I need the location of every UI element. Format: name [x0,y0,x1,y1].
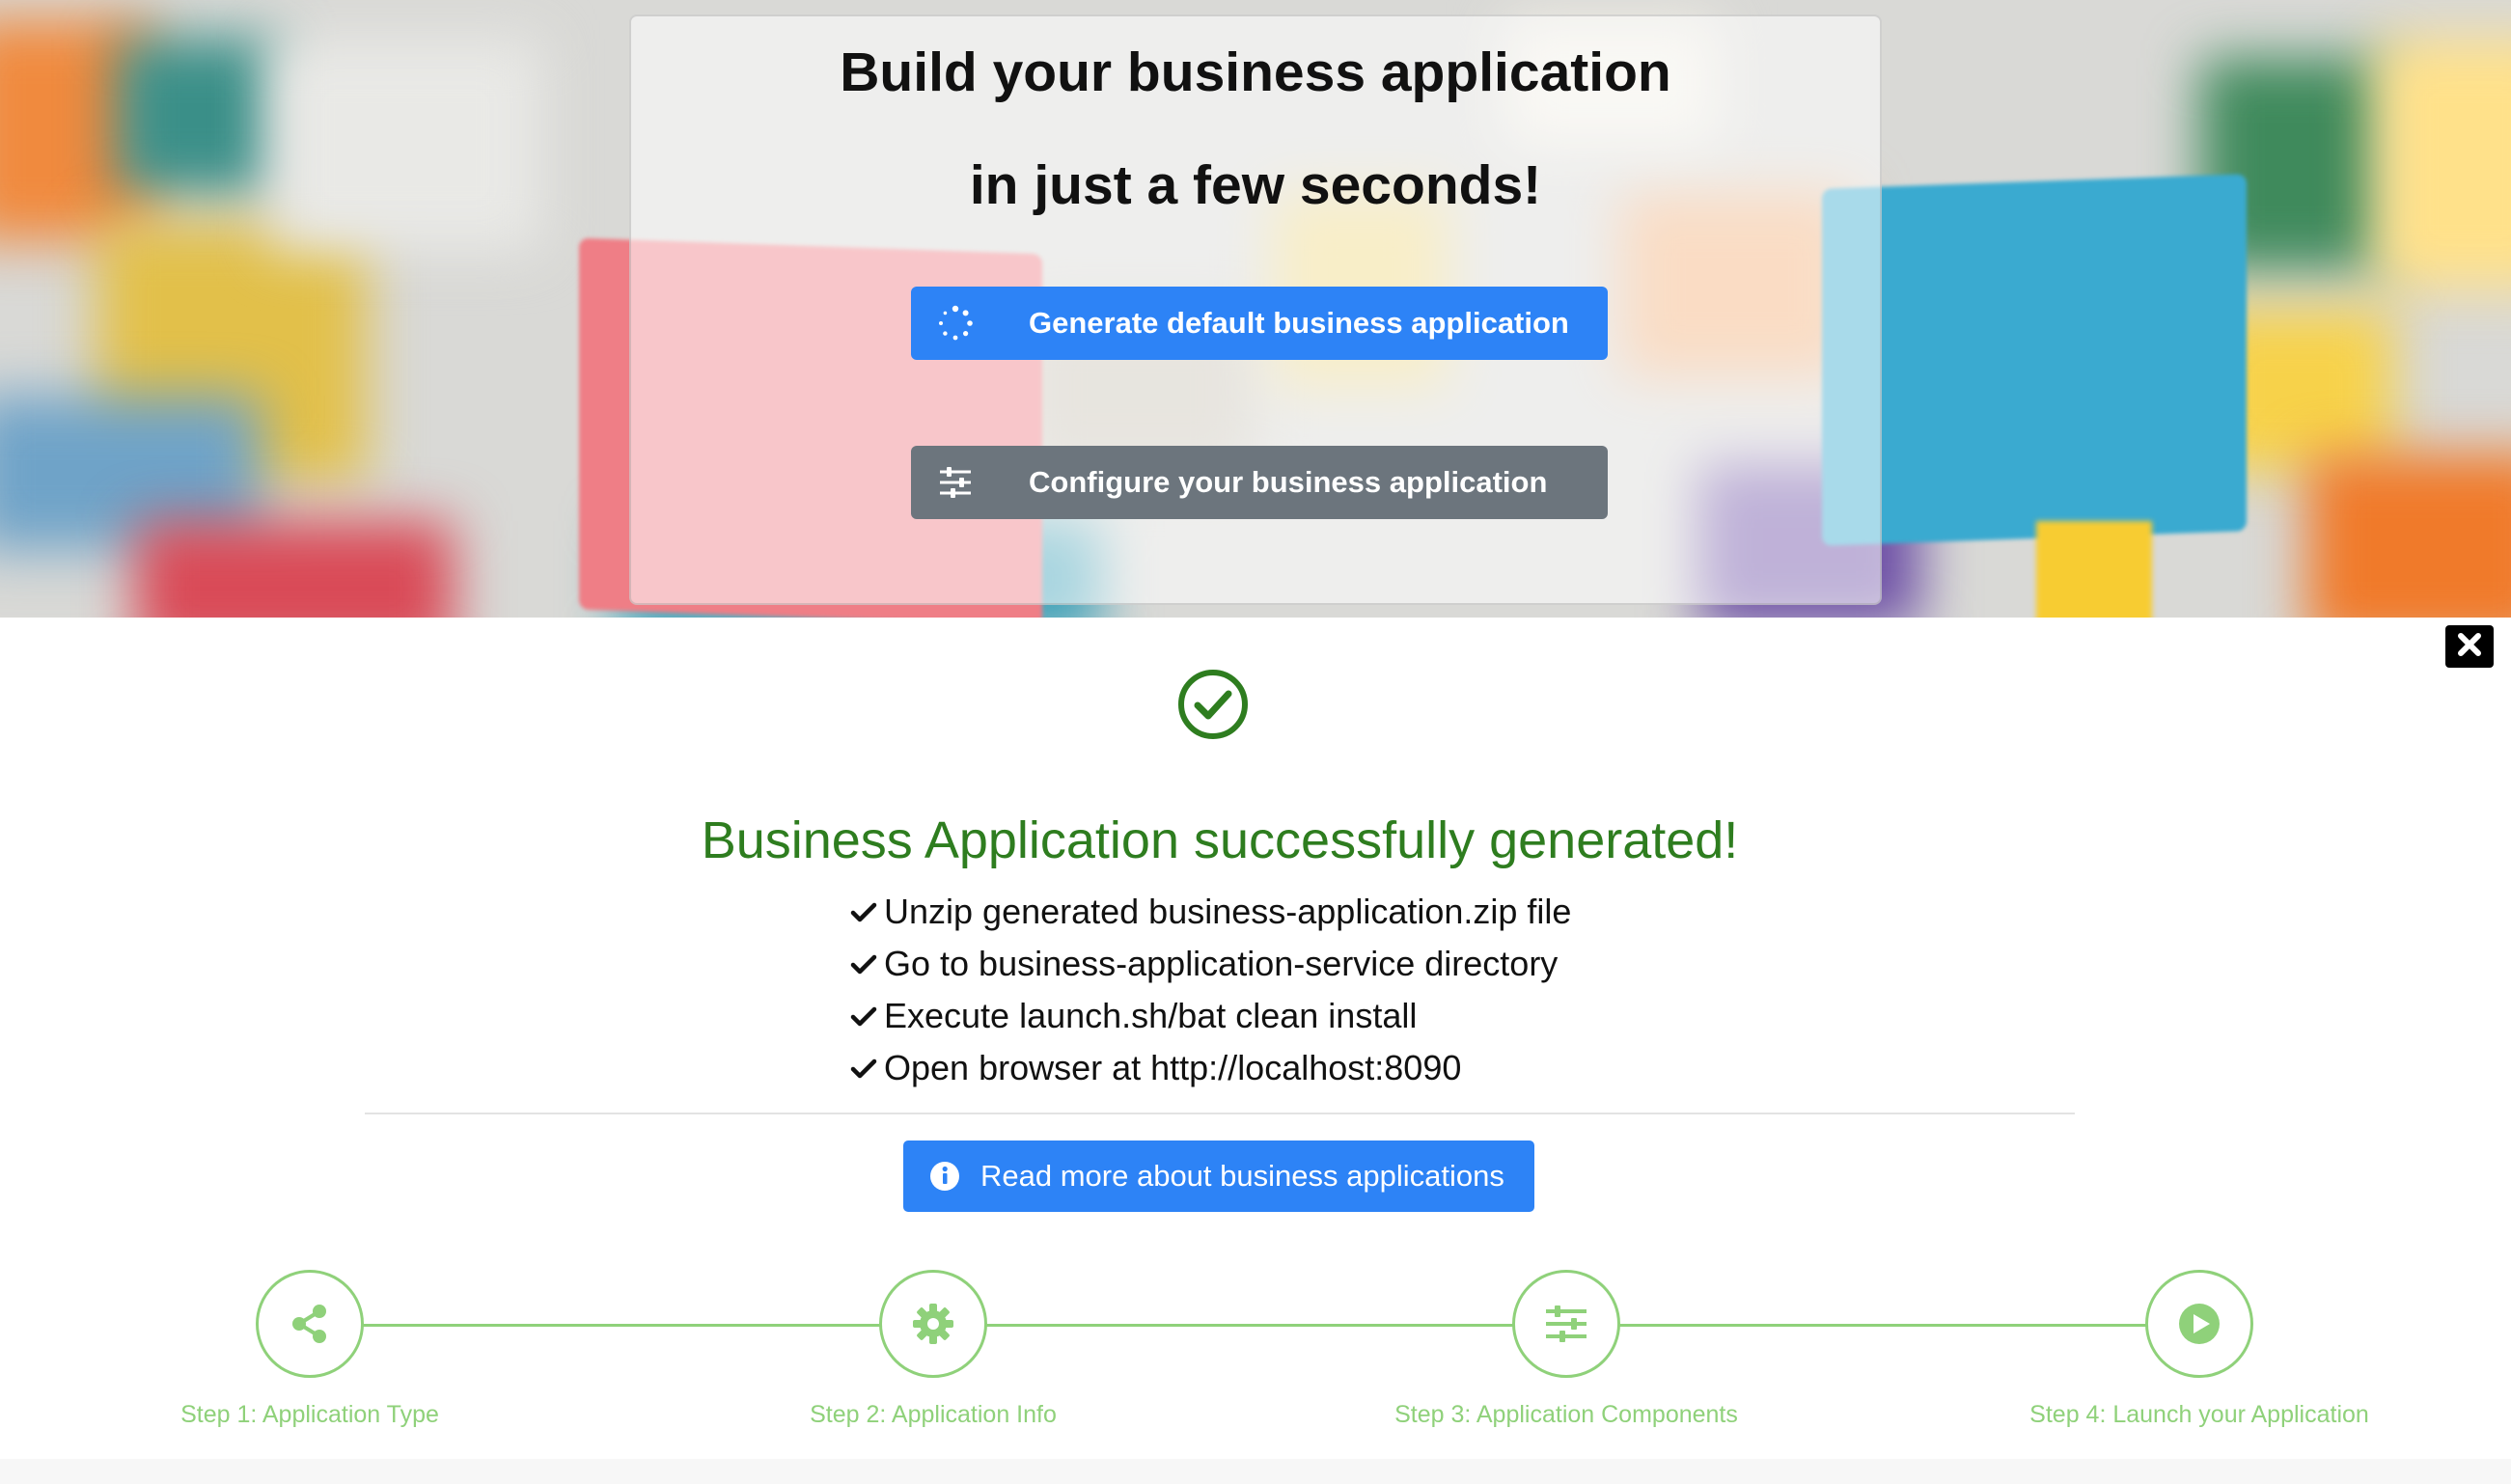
check-icon [850,1006,877,1027]
configure-label: Configure your business application [1029,465,1548,499]
wizard-step-2-label: Step 2: Application Info [810,1401,1057,1428]
wizard-step-circle [1512,1270,1620,1378]
check-icon [850,1058,877,1079]
wizard-step-circle [256,1270,364,1378]
spinner-icon [934,302,977,344]
instructions-list: Unzip generated business-application.zip… [849,886,1571,1094]
hero-card: Build your business application in just … [629,14,1882,605]
info-icon [930,1162,959,1191]
instruction-text: Open browser at http://localhost:8090 [884,1048,1462,1087]
wizard-step-1-label: Step 1: Application Type [180,1401,439,1428]
instruction-item: Unzip generated business-application.zip… [849,886,1571,938]
sliders-icon [1546,1305,1587,1342]
generate-default-label: Generate default business application [1029,306,1569,340]
instruction-text: Unzip generated business-application.zip… [884,892,1572,931]
success-title: Business Application successfully genera… [701,811,1739,869]
hero-banner: Build your business application in just … [0,0,2511,618]
hero-title-line-2: in just a few seconds! [969,154,1542,216]
wizard-step-2[interactable] [879,1270,987,1378]
wizard-step-3-label: Step 3: Application Components [1394,1401,1738,1428]
wizard-progress-line [311,1324,2202,1327]
share-icon [292,1305,326,1343]
instruction-item: Open browser at http://localhost:8090 [849,1042,1571,1094]
read-more-button[interactable]: Read more about business applications [903,1140,1534,1212]
play-icon [2179,1304,2220,1344]
generate-default-button[interactable]: Generate default business application [911,287,1608,360]
wizard-step-circle [879,1270,987,1378]
configure-button[interactable]: Configure your business application [911,446,1608,519]
check-icon [850,954,877,975]
check-circle-icon [1176,668,1250,741]
read-more-label: Read more about business applications [980,1159,1504,1193]
wizard-step-3[interactable] [1512,1270,1620,1378]
footer-strip [0,1459,2511,1484]
hero-title-line-1: Build your business application [840,41,1671,103]
close-icon [2455,630,2484,664]
wizard-step-circle [2145,1270,2253,1378]
instruction-text: Execute launch.sh/bat clean install [884,996,1418,1035]
close-button[interactable] [2445,625,2494,668]
instruction-text: Go to business-application-service direc… [884,944,1559,983]
sliders-icon [934,461,977,504]
wizard-step-4[interactable] [2145,1270,2253,1378]
instruction-item: Go to business-application-service direc… [849,938,1571,990]
instruction-item: Execute launch.sh/bat clean install [849,990,1571,1042]
wizard-step-1[interactable] [256,1270,364,1378]
divider [365,1113,2075,1114]
gear-icon [913,1304,953,1344]
check-icon [850,902,877,922]
wizard-step-4-label: Step 4: Launch your Application [2029,1401,2369,1428]
